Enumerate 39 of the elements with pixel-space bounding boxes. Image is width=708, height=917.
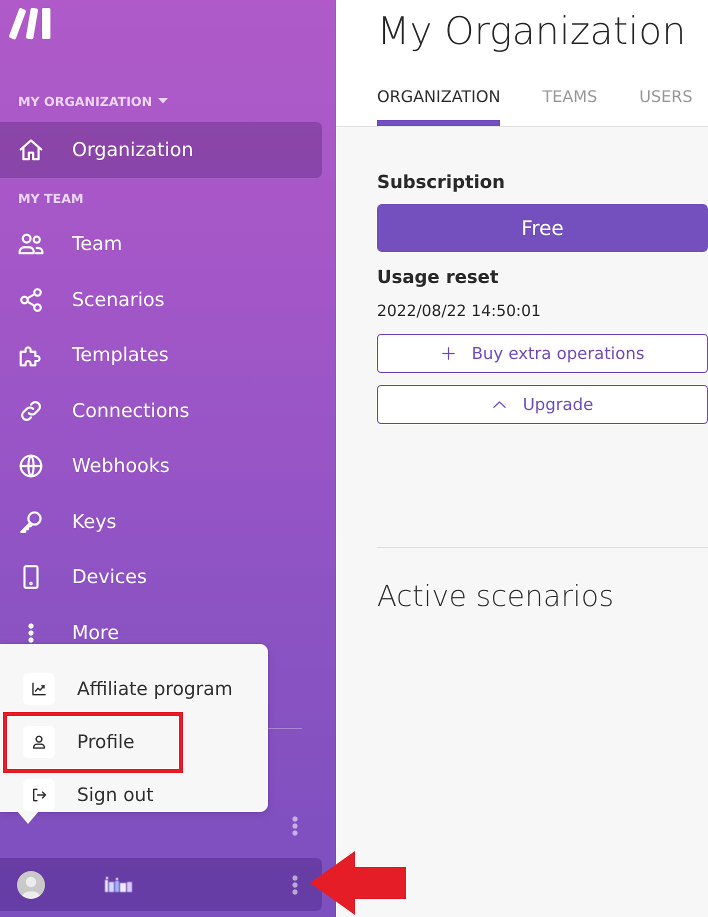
menu-item[interactable]: Sign out <box>0 778 268 812</box>
key-icon <box>18 508 44 535</box>
line-chart-icon <box>23 673 55 705</box>
nav-item[interactable]: More <box>0 605 322 660</box>
page-title: My Organization <box>377 8 687 54</box>
vertical-dots-icon[interactable] <box>291 874 299 894</box>
tab[interactable]: USERS <box>639 80 693 126</box>
nav-item[interactable]: Team <box>0 216 322 272</box>
nav-item[interactable]: Webhooks <box>0 438 322 494</box>
nav-item[interactable]: Keys <box>0 494 322 550</box>
home-icon <box>18 136 44 163</box>
menu-item[interactable]: Profile <box>0 725 268 759</box>
plus-icon <box>440 346 456 361</box>
nav-item[interactable]: Organization <box>0 122 322 178</box>
share-icon <box>18 286 44 313</box>
nav-item[interactable]: Templates <box>0 328 322 383</box>
section-heading[interactable]: MY ORGANIZATION <box>18 93 168 109</box>
nav-item[interactable]: Scenarios <box>0 272 322 328</box>
section-title: Subscription <box>377 172 505 194</box>
menu-item[interactable]: Affiliate program <box>0 672 268 706</box>
nav-item[interactable]: Connections <box>0 383 322 438</box>
nav-item[interactable]: Devices <box>0 550 322 605</box>
logo-icon[interactable] <box>8 6 52 41</box>
plan-button[interactable]: Free <box>377 204 708 252</box>
blurred-name-icon <box>105 877 132 892</box>
caret-down-icon <box>158 98 168 104</box>
avatar-icon <box>17 870 45 898</box>
action-button[interactable]: Buy extra operations <box>377 334 708 373</box>
section-title: Active scenarios <box>377 578 614 614</box>
users-icon <box>18 231 44 258</box>
globe-icon <box>18 453 44 480</box>
reset-date: 2022/08/22 14:50:01 <box>377 301 541 321</box>
tab[interactable]: ORGANIZATION <box>377 80 500 126</box>
vertical-dots-icon[interactable] <box>291 816 299 836</box>
section-title: Usage reset <box>377 267 498 289</box>
section-heading: MY TEAM <box>18 190 84 206</box>
action-button[interactable]: Upgrade <box>377 385 708 424</box>
user-icon <box>23 726 55 758</box>
tab[interactable]: TEAMS <box>542 80 598 126</box>
